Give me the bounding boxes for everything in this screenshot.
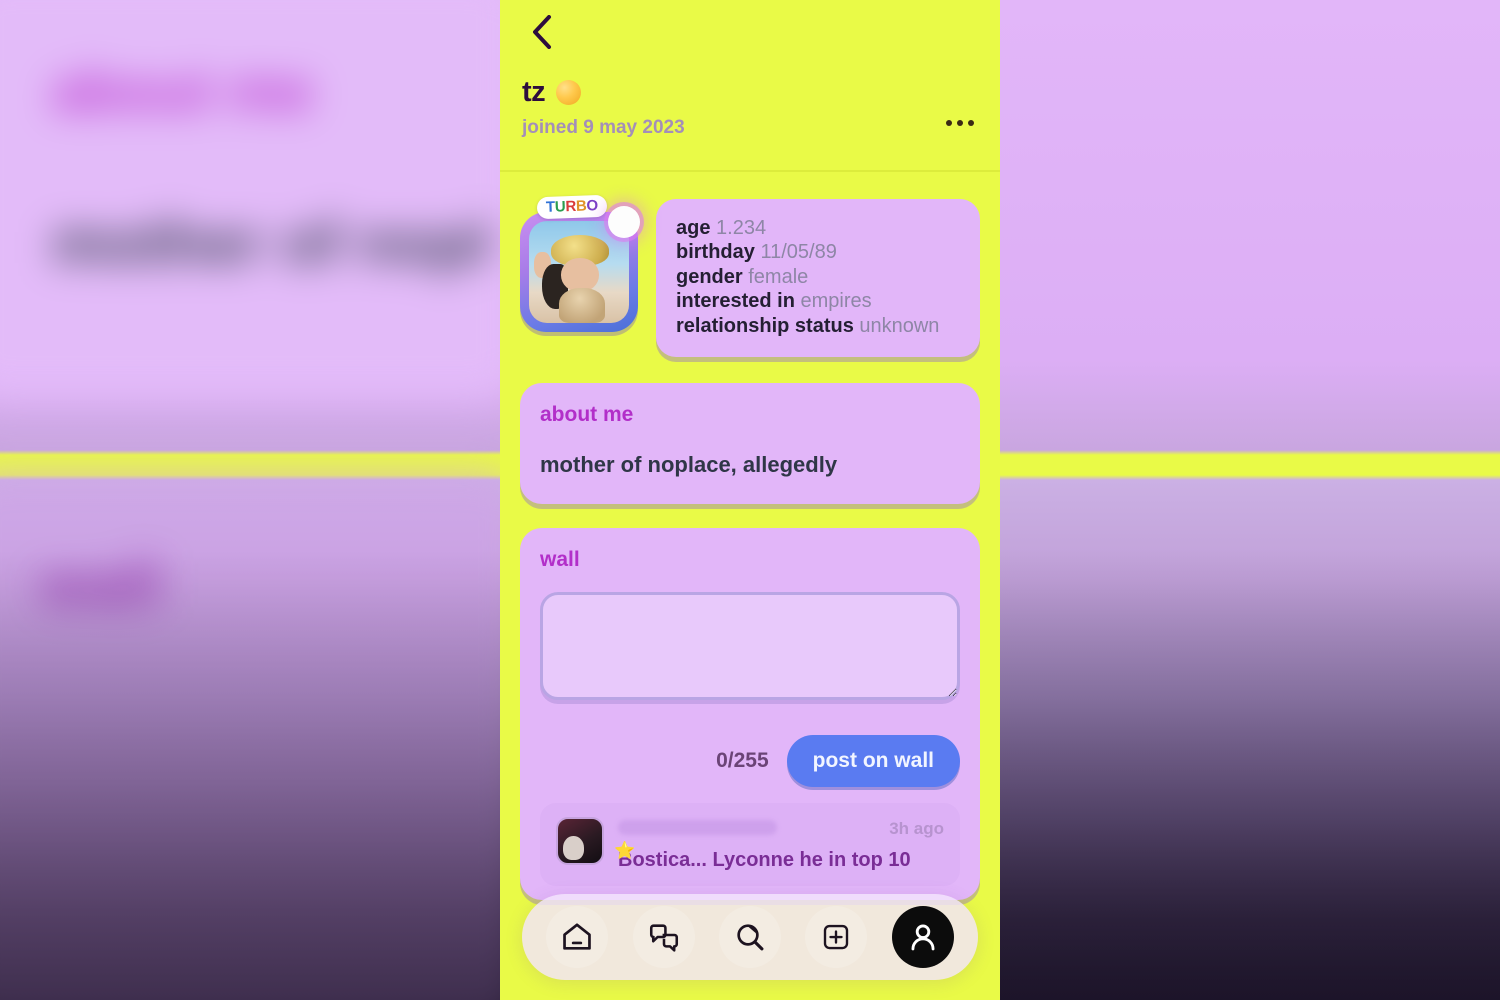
info-row-gender: gender female [676,265,960,289]
wall-post-body: Bostica... Lyconne he in top 10 [618,817,911,872]
avatar-face-shape [561,257,599,293]
info-value: empires [800,290,872,313]
ellipsis-icon-dot [968,120,974,126]
avatar-photo [529,221,629,323]
display-name: tz [522,76,546,108]
nav-item-home[interactable] [546,906,609,968]
wall-post-timestamp: 3h ago [889,818,944,838]
plus-square-icon [824,924,849,950]
wall-post-avatar[interactable] [556,816,604,865]
post-on-wall-button[interactable]: post on wall [786,734,960,787]
character-counter: 0/255 [716,748,769,772]
story-ring-badge-icon[interactable] [608,206,640,238]
info-value: 11/05/89 [760,241,837,264]
phone-screen: tz joined 9 may 2023 TURBO age 1.234 bir… [500,0,1000,1000]
info-label: birthday [676,241,755,264]
chevron-left-icon [533,15,551,49]
nav-item-messages[interactable] [632,906,695,968]
home-icon [563,923,591,950]
star-icon: ⭐ [614,840,636,860]
wall-title: wall [540,547,580,571]
info-value: unknown [859,314,940,337]
profile-header: tz joined 9 may 2023 [500,0,1000,172]
avatar-container[interactable]: TURBO [520,194,640,332]
info-row-age: age 1.234 [676,216,960,240]
wall-actions-row: 0/255 post on wall [540,734,960,787]
wall-post-text: Bostica... Lyconne he in top 10 [618,848,911,871]
turbo-letter: O [586,197,599,215]
ellipsis-icon-dot [946,120,952,126]
turbo-letter: B [575,197,587,215]
nav-item-create[interactable] [805,906,868,968]
info-label: age [676,217,711,239]
avatar-dog-shape [559,288,605,323]
info-value: female [748,265,809,288]
info-label: gender [676,265,743,288]
more-options-button[interactable] [942,112,978,134]
bottom-navigation-bar [522,894,978,980]
info-row-relationship-status: relationship status unknown [676,314,960,338]
chat-bubbles-icon [649,924,678,952]
nav-item-search[interactable] [718,906,781,968]
ellipsis-icon-dot [957,120,963,126]
wall-post-item[interactable]: Bostica... Lyconne he in top 10 3h ago ⭐ [540,802,960,886]
info-value: 1.234 [716,217,767,239]
info-row-interested-in: interested in empires [676,289,960,313]
profile-info-card: age 1.234 birthday 11/05/89 gender femal… [656,199,980,357]
info-label: interested in [676,290,795,313]
about-me-card: about me mother of noplace, allegedly [520,382,980,504]
profile-name-row: tz [522,76,582,109]
back-button[interactable] [522,12,562,52]
profile-summary-row: TURBO age 1.234 birthday 11/05/89 gender… [520,194,980,357]
person-icon [911,924,935,951]
nav-item-profile[interactable] [891,906,954,968]
about-me-text: mother of noplace, allegedly [540,451,838,477]
wall-card: wall 0/255 post on wall Bostica... Lycon… [520,527,980,900]
egg-yolk-emoji [556,80,582,105]
turbo-sticker: TURBO [536,194,608,220]
info-row-birthday: birthday 11/05/89 [676,240,960,264]
profile-body: TURBO age 1.234 birthday 11/05/89 gender… [500,172,1000,1000]
wall-post-username [618,819,778,835]
joined-date: joined 9 may 2023 [522,117,685,138]
search-icon [737,924,764,951]
turbo-letter: R [565,197,577,216]
about-me-title: about me [540,402,634,426]
wall-input[interactable] [540,591,960,700]
info-label: relationship status [676,314,854,337]
